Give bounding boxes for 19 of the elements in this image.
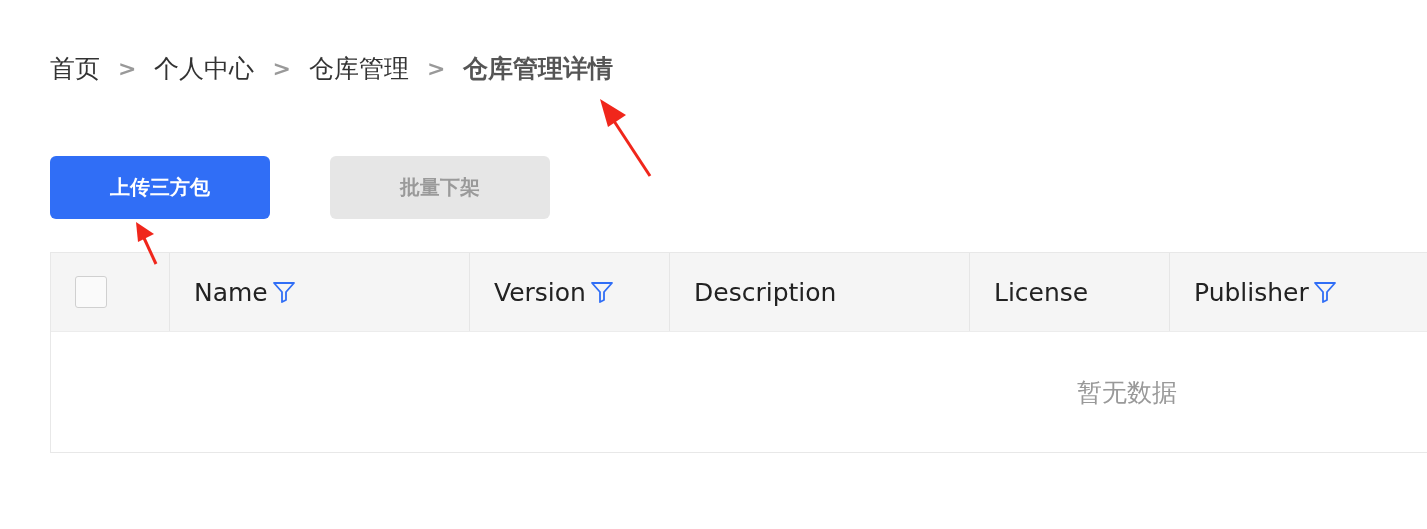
upload-button[interactable]: 上传三方包 bbox=[50, 156, 270, 219]
filter-icon[interactable] bbox=[1312, 280, 1337, 304]
column-header: Version bbox=[494, 277, 586, 307]
column-header: Description bbox=[694, 277, 837, 307]
filter-icon[interactable] bbox=[589, 280, 614, 304]
breadcrumb-item[interactable]: 个人中心 bbox=[154, 51, 255, 85]
column-header: Name bbox=[194, 277, 268, 307]
column-header: License bbox=[994, 277, 1089, 307]
annotation-arrow bbox=[136, 222, 158, 265]
breadcrumb-separator: > bbox=[272, 55, 291, 81]
breadcrumb-separator: > bbox=[118, 55, 137, 81]
filter-icon[interactable] bbox=[271, 280, 296, 304]
select-all-checkbox[interactable] bbox=[75, 276, 107, 308]
breadcrumb-item[interactable]: 仓库管理 bbox=[308, 51, 409, 85]
breadcrumb-item: 仓库管理详情 bbox=[463, 52, 614, 85]
breadcrumb-item[interactable]: 首页 bbox=[50, 51, 100, 85]
empty-message: 暂无数据 bbox=[1077, 376, 1177, 409]
column-header: Publisher bbox=[1194, 277, 1309, 307]
breadcrumb-separator: > bbox=[426, 55, 446, 81]
